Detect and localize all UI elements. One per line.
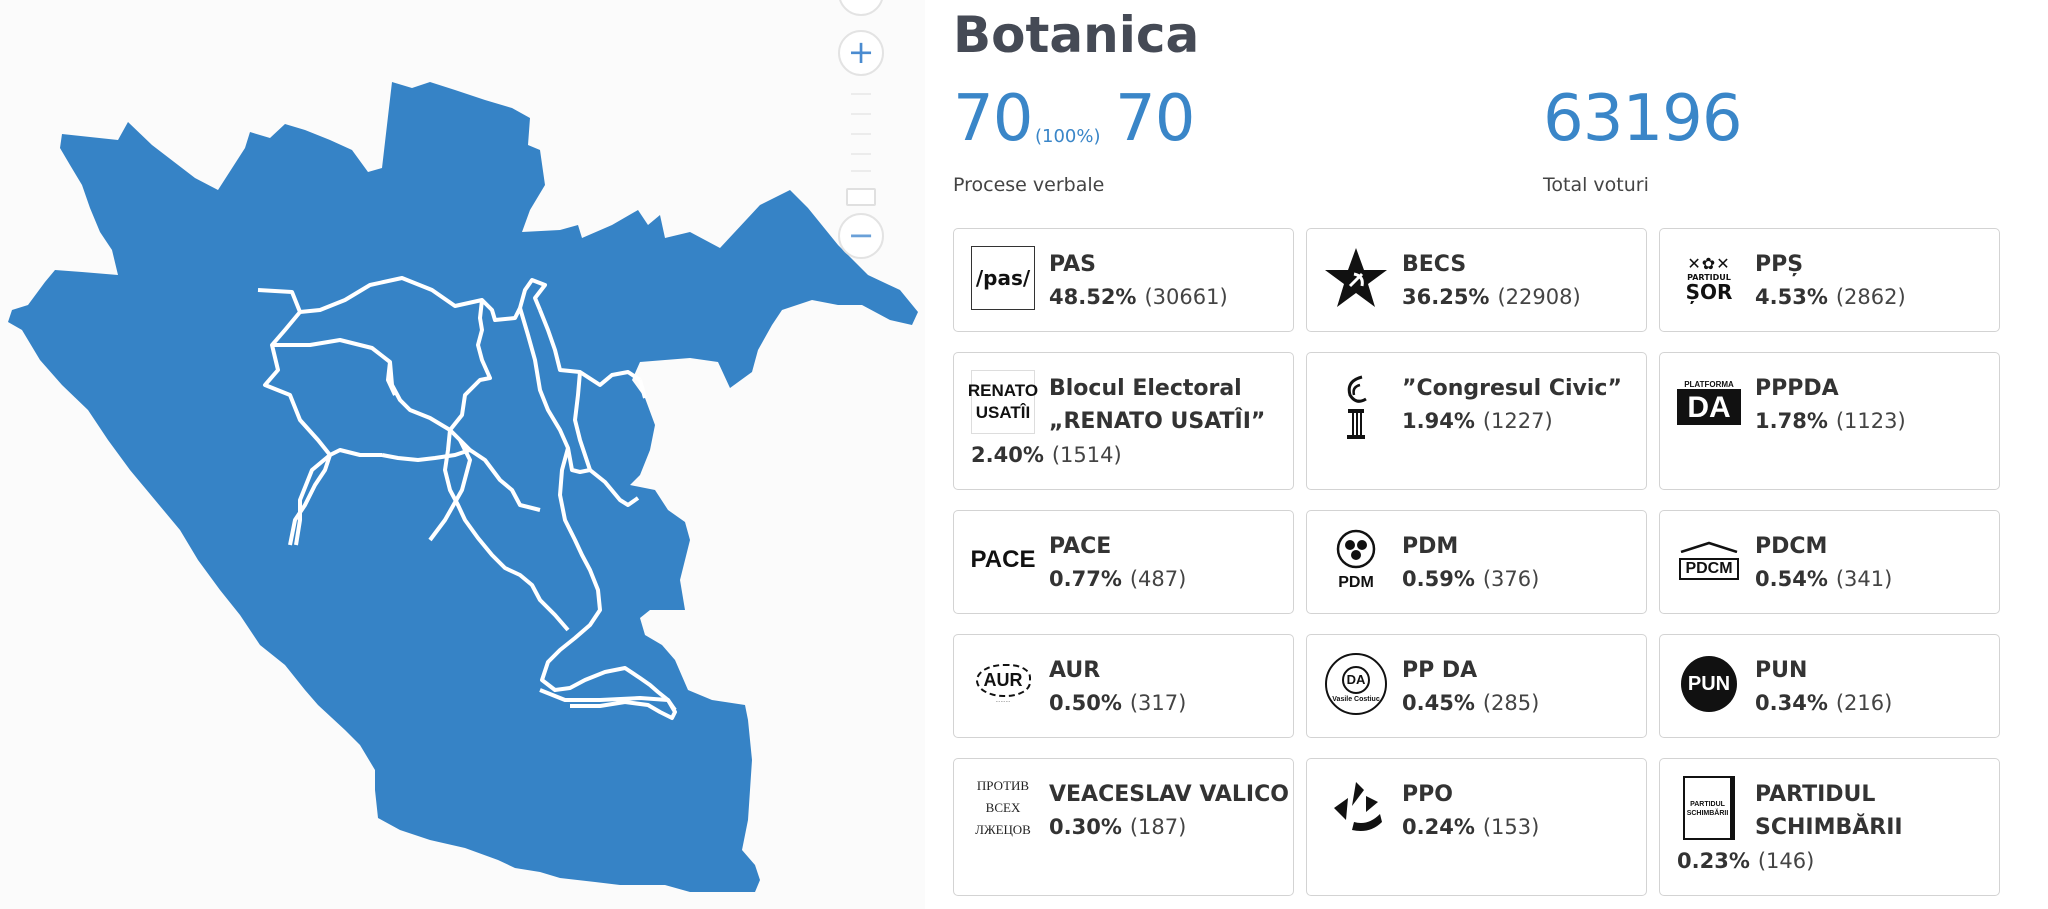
party-card-renato-usatii[interactable]: RENATO USATÎI Blocul Electoral „RENATO U… xyxy=(953,352,1294,490)
party-name: PARTIDUL SCHIMBĂRII xyxy=(1755,782,1903,840)
party-name: BECS xyxy=(1402,252,1467,277)
party-result: 0.45% (285) xyxy=(1402,691,1540,715)
party-result: 0.50% (317) xyxy=(1049,691,1187,715)
zoom-tick xyxy=(851,153,871,155)
pace-logo: PACE xyxy=(970,546,1036,573)
party-result: 0.34% (216) xyxy=(1755,691,1893,715)
party-name: PP DA xyxy=(1402,658,1478,683)
zoom-in-button[interactable]: + xyxy=(838,30,884,76)
platforma-da-logo: PLATFORMA DA xyxy=(1677,370,1741,434)
protocols-total: 70 xyxy=(1115,82,1195,156)
party-card-pps[interactable]: ✕✿✕ PARTIDUL ȘOR PPȘ 4.53% (2862) xyxy=(1659,228,2000,332)
zoom-control[interactable]: + − xyxy=(838,0,884,259)
party-result: 0.59% (376) xyxy=(1402,567,1540,591)
ppo-logo xyxy=(1324,776,1388,840)
party-result: 4.53% (2862) xyxy=(1755,285,1906,309)
party-card-pp-da[interactable]: DA Vasile Costiuc PP DA 0.45% (285) xyxy=(1306,634,1647,738)
party-card-pas[interactable]: /pas/ PAS 48.52% (30661) xyxy=(953,228,1294,332)
party-name: PDCM xyxy=(1755,534,1828,559)
party-name: AUR xyxy=(1049,658,1101,683)
renato-usatii-logo: RENATO USATÎI xyxy=(968,370,1038,434)
party-name: Blocul Electoral „RENATO USATÎI” xyxy=(1049,376,1266,434)
protocols-label: Procese verbale xyxy=(953,174,1105,196)
party-result: 1.78% (1123) xyxy=(1755,409,1906,433)
party-name: PDM xyxy=(1402,534,1459,559)
party-result: 48.52% (30661) xyxy=(1049,285,1228,309)
party-card-veaceslav-valico[interactable]: ПРОТИВ ВСЕХ ЛЖЕЦОВ VEACESLAV VALICO 0.30… xyxy=(953,758,1294,896)
congresul-civic-logo xyxy=(1324,375,1388,441)
party-name: VEACESLAV VALICO xyxy=(1049,782,1289,807)
star-hammer-sickle-icon xyxy=(1324,246,1388,310)
party-result: 0.54% (341) xyxy=(1755,567,1893,591)
pdm-rose-logo: PDM xyxy=(1324,528,1388,592)
zoom-tick xyxy=(851,170,871,172)
party-card-ppo[interactable]: PPO 0.24% (153) xyxy=(1306,758,1647,896)
zoom-out-button[interactable]: − xyxy=(838,213,884,259)
party-result: 0.77% (487) xyxy=(1049,567,1187,591)
party-card-aur[interactable]: AUR ········· AUR 0.50% (317) xyxy=(953,634,1294,738)
protiv-vsekh-logo: ПРОТИВ ВСЕХ ЛЖЕЦОВ xyxy=(975,778,1031,837)
party-name: PPȘ xyxy=(1755,252,1804,277)
party-name: ”Congresul Civic” xyxy=(1402,376,1622,401)
results-panel: Botanica 70 (100%) 70 Procese verbale 63… xyxy=(953,0,2048,909)
district-title: Botanica xyxy=(953,6,1200,64)
party-card-pdm[interactable]: PDM PDM 0.59% (376) xyxy=(1306,510,1647,614)
party-name: PPPDA xyxy=(1755,376,1839,401)
party-card-pace[interactable]: PACE PACE 0.77% (487) xyxy=(953,510,1294,614)
protocols-percent: (100%) xyxy=(1035,126,1101,147)
zoom-tick xyxy=(851,113,871,115)
party-card-congresul-civic[interactable]: ”Congresul Civic” 1.94% (1227) xyxy=(1306,352,1647,490)
zoom-slider-handle[interactable] xyxy=(846,188,876,206)
pdcm-logo: PDCM xyxy=(1677,528,1741,592)
party-result: 0.23% (146) xyxy=(1677,849,1815,873)
total-votes: 63196 xyxy=(1543,82,1743,156)
party-result: 0.24% (153) xyxy=(1402,815,1540,839)
district-map[interactable] xyxy=(0,0,925,909)
party-result: 2.40% (1514) xyxy=(971,443,1122,467)
party-result: 1.94% (1227) xyxy=(1402,409,1553,433)
party-result: 36.25% (22908) xyxy=(1402,285,1581,309)
party-card-pun[interactable]: PUN PUN 0.34% (216) xyxy=(1659,634,2000,738)
partidul-sor-logo: ✕✿✕ PARTIDUL ȘOR xyxy=(1685,254,1733,304)
protocols-processed: 70 xyxy=(953,82,1033,156)
aur-logo: AUR ········· xyxy=(971,652,1035,716)
pp-da-seal-logo: DA Vasile Costiuc xyxy=(1324,652,1388,716)
pas-logo: /pas/ xyxy=(971,246,1035,310)
party-card-pppda[interactable]: PLATFORMA DA PPPDA 1.78% (1123) xyxy=(1659,352,2000,490)
zoom-tick xyxy=(851,93,871,95)
zoom-tick xyxy=(851,133,871,135)
party-name: PAS xyxy=(1049,252,1096,277)
party-card-becs[interactable]: BECS 36.25% (22908) xyxy=(1306,228,1647,332)
map-panel[interactable]: + − xyxy=(0,0,925,909)
total-votes-label: Total voturi xyxy=(1543,174,1649,196)
party-name: PUN xyxy=(1755,658,1808,683)
party-card-pdcm[interactable]: PDCM PDCM 0.54% (341) xyxy=(1659,510,2000,614)
party-name: PACE xyxy=(1049,534,1112,559)
party-result: 0.30% (187) xyxy=(1049,815,1187,839)
party-name: PPO xyxy=(1402,782,1453,807)
partidul-schimbarii-logo: PARTIDUL SCHIMBĂRII xyxy=(1677,776,1741,840)
party-card-partidul-schimbarii[interactable]: PARTIDUL SCHIMBĂRII PARTIDUL SCHIMBĂRII … xyxy=(1659,758,2000,896)
pun-logo: PUN xyxy=(1677,652,1741,716)
zoom-reset-button[interactable] xyxy=(838,0,884,16)
